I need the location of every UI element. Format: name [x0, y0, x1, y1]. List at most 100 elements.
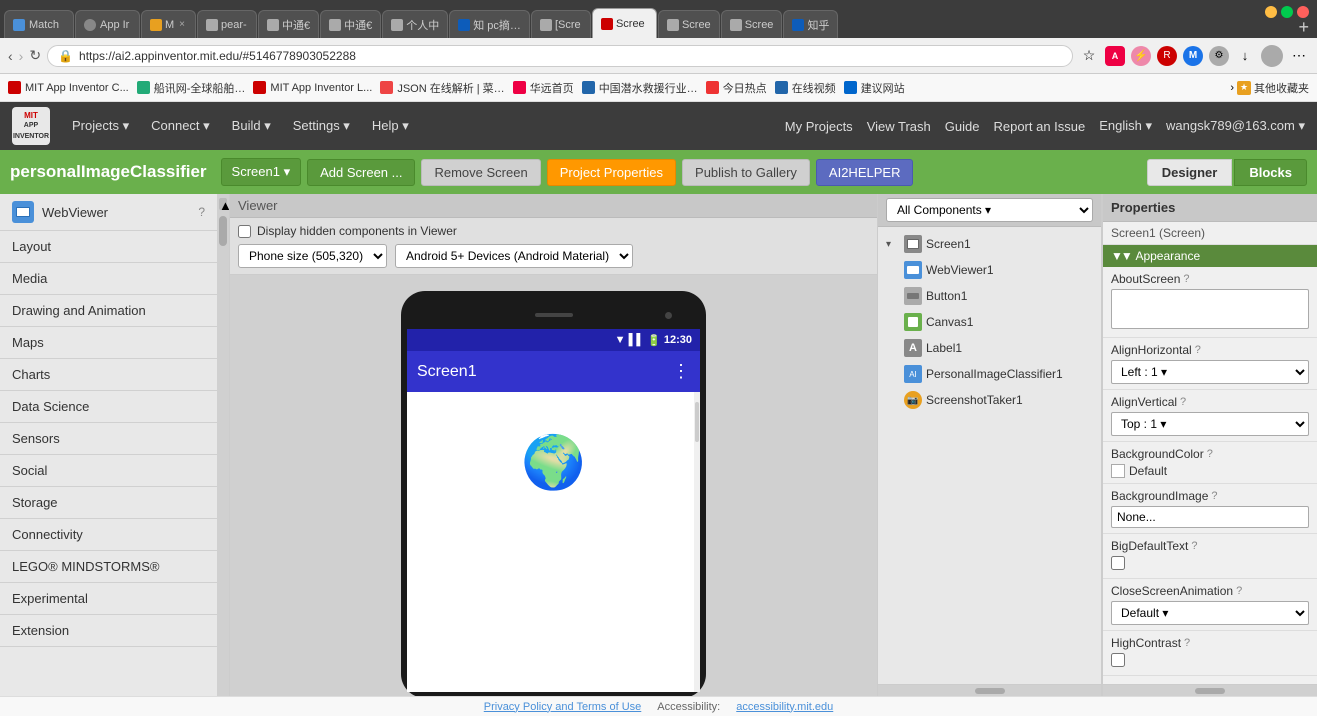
tab-scre1[interactable]: [Scre: [531, 10, 591, 38]
alignv-help[interactable]: ?: [1180, 396, 1186, 408]
view-trash-link[interactable]: View Trash: [867, 119, 931, 134]
tab-zhihu-pc[interactable]: 知 pc摘…: [449, 10, 530, 38]
user-link[interactable]: wangsk789@163.com ▾: [1166, 118, 1305, 134]
url-bar[interactable]: 🔒 https://ai2.appinventor.mit.edu/#51467…: [47, 45, 1073, 67]
tab-app-inventor[interactable]: App Ir: [75, 10, 140, 38]
tree-pic1[interactable]: AI PersonalImageClassifier1: [882, 361, 1097, 387]
win-maximize[interactable]: [1281, 6, 1293, 18]
tab-m-close[interactable]: ×: [179, 19, 185, 30]
bgimage-input[interactable]: [1111, 506, 1309, 528]
privacy-policy-link[interactable]: Privacy Policy and Terms of Use: [484, 701, 642, 713]
ext-icon-1[interactable]: A: [1105, 46, 1125, 66]
palette-layout[interactable]: Layout: [0, 231, 217, 263]
display-hidden-checkbox[interactable]: [238, 225, 251, 238]
tab-zhong2[interactable]: 中通€: [320, 10, 381, 38]
tab-scre2[interactable]: Scree: [658, 10, 720, 38]
tree-collapse-icon[interactable]: ▾: [886, 239, 900, 250]
my-projects-link[interactable]: My Projects: [785, 119, 853, 134]
palette-datascience[interactable]: Data Science: [0, 391, 217, 423]
palette-extension[interactable]: Extension: [0, 615, 217, 647]
bookmark-chuanxun[interactable]: 船讯网-全球船舶…: [137, 80, 246, 96]
ext-icon-3[interactable]: R: [1157, 46, 1177, 66]
back-btn[interactable]: ‹: [8, 48, 13, 64]
nav-settings[interactable]: Settings ▾: [283, 112, 360, 140]
bgimage-help[interactable]: ?: [1211, 490, 1217, 502]
palette-webviewer[interactable]: WebViewer ?: [0, 194, 217, 231]
bookmark-suggest[interactable]: 建议网站: [844, 80, 905, 96]
tab-geren[interactable]: 个人中: [382, 10, 448, 38]
bgcolor-help[interactable]: ?: [1207, 448, 1213, 460]
tab-pear[interactable]: pear-: [197, 10, 257, 38]
remove-screen-btn[interactable]: Remove Screen: [421, 159, 540, 186]
screen-dropdown-btn[interactable]: Screen1 ▾: [221, 158, 302, 186]
palette-storage[interactable]: Storage: [0, 487, 217, 519]
download-icon[interactable]: ↓: [1235, 46, 1255, 66]
project-properties-btn[interactable]: Project Properties: [547, 159, 676, 186]
bookmark-mit-1[interactable]: MIT App Inventor C...: [8, 81, 129, 94]
bookmark-json[interactable]: JSON 在线解析 | 菜…: [380, 80, 504, 96]
bookmark-huayuan[interactable]: 华远首页: [513, 80, 574, 96]
palette-maps[interactable]: Maps: [0, 327, 217, 359]
palette-sensors[interactable]: Sensors: [0, 423, 217, 455]
forward-btn[interactable]: ›: [19, 48, 24, 64]
guide-link[interactable]: Guide: [945, 119, 980, 134]
publish-gallery-btn[interactable]: Publish to Gallery: [682, 159, 810, 186]
new-tab-btn[interactable]: +: [1298, 17, 1309, 38]
tab-match[interactable]: Match: [4, 10, 74, 38]
more-menu-btn[interactable]: ⋯: [1289, 46, 1309, 66]
bookmark-hot[interactable]: 今日热点: [706, 80, 767, 96]
user-avatar[interactable]: [1261, 45, 1283, 67]
tab-scre3[interactable]: Scree: [721, 10, 783, 38]
alignh-help[interactable]: ?: [1195, 344, 1201, 356]
tab-zhong1[interactable]: 中通€: [258, 10, 319, 38]
palette-drawing[interactable]: Drawing and Animation: [0, 295, 217, 327]
palette-media[interactable]: Media: [0, 263, 217, 295]
tree-canvas1[interactable]: Canvas1: [882, 309, 1097, 335]
accessibility-link[interactable]: accessibility.mit.edu: [736, 701, 833, 713]
star-icon[interactable]: ☆: [1079, 46, 1099, 66]
phone-size-select[interactable]: Phone size (505,320): [238, 244, 387, 268]
all-components-dropdown[interactable]: All Components ▾: [886, 198, 1093, 222]
nav-build[interactable]: Build ▾: [222, 112, 281, 140]
bookmarks-more[interactable]: › ★ 其他收藏夹: [1230, 80, 1309, 96]
prop-section-appearance[interactable]: ▼ ▼ Appearance: [1103, 245, 1317, 267]
tab-m[interactable]: M ×: [141, 10, 196, 38]
ai2helper-btn[interactable]: AI2HELPER: [816, 159, 914, 186]
tree-webviewer1[interactable]: WebViewer1: [882, 257, 1097, 283]
win-close[interactable]: [1297, 6, 1309, 18]
aboutscreen-help[interactable]: ?: [1183, 273, 1189, 285]
add-screen-btn[interactable]: Add Screen ...: [307, 159, 415, 186]
ext-icon-4[interactable]: M: [1183, 46, 1203, 66]
alignvertical-select[interactable]: Top : 1 ▾: [1111, 412, 1309, 436]
palette-lego[interactable]: LEGO® MINDSTORMS®: [0, 551, 217, 583]
bookmark-video[interactable]: 在线视频: [775, 80, 836, 96]
nav-connect[interactable]: Connect ▾: [141, 112, 220, 140]
bigdefaulttext-checkbox[interactable]: [1111, 556, 1125, 570]
blocks-btn[interactable]: Blocks: [1234, 159, 1307, 186]
nav-projects[interactable]: Projects ▾: [62, 112, 139, 140]
highcontrast-help[interactable]: ?: [1184, 637, 1190, 649]
tree-screenshot1[interactable]: 📷 ScreenshotTaker1: [882, 387, 1097, 413]
alignhorizontal-select[interactable]: Left : 1 ▾: [1111, 360, 1309, 384]
report-issue-link[interactable]: Report an Issue: [993, 119, 1085, 134]
language-link[interactable]: English ▾: [1099, 118, 1152, 134]
tab-scre-active[interactable]: Scree: [592, 8, 657, 38]
bookmark-dive[interactable]: 中国潜水救援行业…: [582, 80, 698, 96]
ext-icon-2[interactable]: ⚡: [1131, 46, 1151, 66]
reload-btn[interactable]: ↻: [29, 47, 41, 64]
bigtext-help[interactable]: ?: [1191, 540, 1197, 552]
palette-connectivity[interactable]: Connectivity: [0, 519, 217, 551]
webviewer-help[interactable]: ?: [198, 205, 205, 219]
tree-label1[interactable]: A Label1: [882, 335, 1097, 361]
bookmark-mit-2[interactable]: MIT App Inventor L...: [253, 81, 372, 94]
nav-help[interactable]: Help ▾: [362, 112, 419, 140]
highcontrast-checkbox[interactable]: [1111, 653, 1125, 667]
closeanim-help[interactable]: ?: [1236, 585, 1242, 597]
ext-icon-5[interactable]: ⚙: [1209, 46, 1229, 66]
tree-screen1[interactable]: ▾ Screen1: [882, 231, 1097, 257]
palette-experimental[interactable]: Experimental: [0, 583, 217, 615]
bgcolor-box[interactable]: [1111, 464, 1125, 478]
designer-btn[interactable]: Designer: [1147, 159, 1233, 186]
win-minimize[interactable]: [1265, 6, 1277, 18]
palette-social[interactable]: Social: [0, 455, 217, 487]
